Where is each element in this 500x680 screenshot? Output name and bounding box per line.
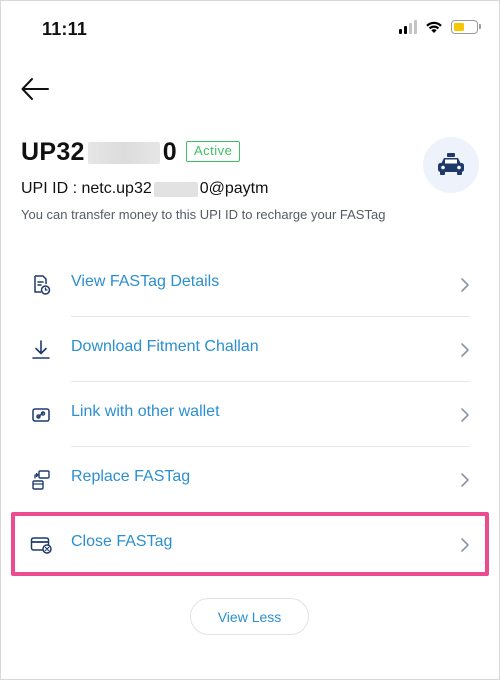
chevron-right-icon [461,278,469,292]
menu-item-replace-fastag[interactable]: Replace FASTag [0,447,500,511]
chevron-right-icon [461,408,469,422]
menu-item-download-fitment-challan[interactable]: Download Fitment Challan [0,317,500,381]
back-arrow-icon[interactable] [20,76,50,102]
status-time: 11:11 [42,19,88,39]
status-icons [399,20,481,34]
menu-item-label: View FASTag Details [71,273,220,290]
view-less-button[interactable]: View Less [190,598,309,635]
chevron-right-icon [461,538,469,552]
menu-item-view-fastag-details[interactable]: View FASTag Details [0,252,500,316]
car-icon [438,153,464,175]
battery-icon [451,20,481,34]
menu-item-close-fastag[interactable]: Close FASTag [0,512,500,576]
wifi-icon [426,21,442,33]
card-close-icon [30,537,52,554]
upi-id: UPI ID : netc.up32 0@paytm [21,180,268,198]
menu-item-label: Link with other wallet [71,403,220,420]
vehicle-number-suffix: 0 [162,138,177,166]
replace-card-icon [32,470,50,490]
wallet-link-icon [32,408,50,422]
menu-item-label: Close FASTag [71,533,173,550]
signal-icon [399,20,417,34]
menu-item-label: Download Fitment Challan [71,338,259,355]
menu-item-link-wallet[interactable]: Link with other wallet [0,382,500,446]
menu-item-label: Replace FASTag [71,468,191,485]
car-avatar [423,137,479,193]
upi-id-prefix: UPI ID : netc.up32 [21,180,152,197]
vehicle-number-prefix: UP32 [21,138,85,166]
redacted-block [87,141,160,164]
document-clock-icon [34,275,51,295]
chevron-right-icon [461,343,469,357]
chevron-right-icon [461,473,469,487]
upi-note: You can transfer money to this UPI ID to… [21,207,386,222]
download-icon [32,340,50,359]
upi-id-suffix: 0@paytm [199,180,269,197]
status-badge: Active [186,141,241,162]
vehicle-number: UP32 0 [21,138,177,167]
redacted-block [153,181,198,197]
